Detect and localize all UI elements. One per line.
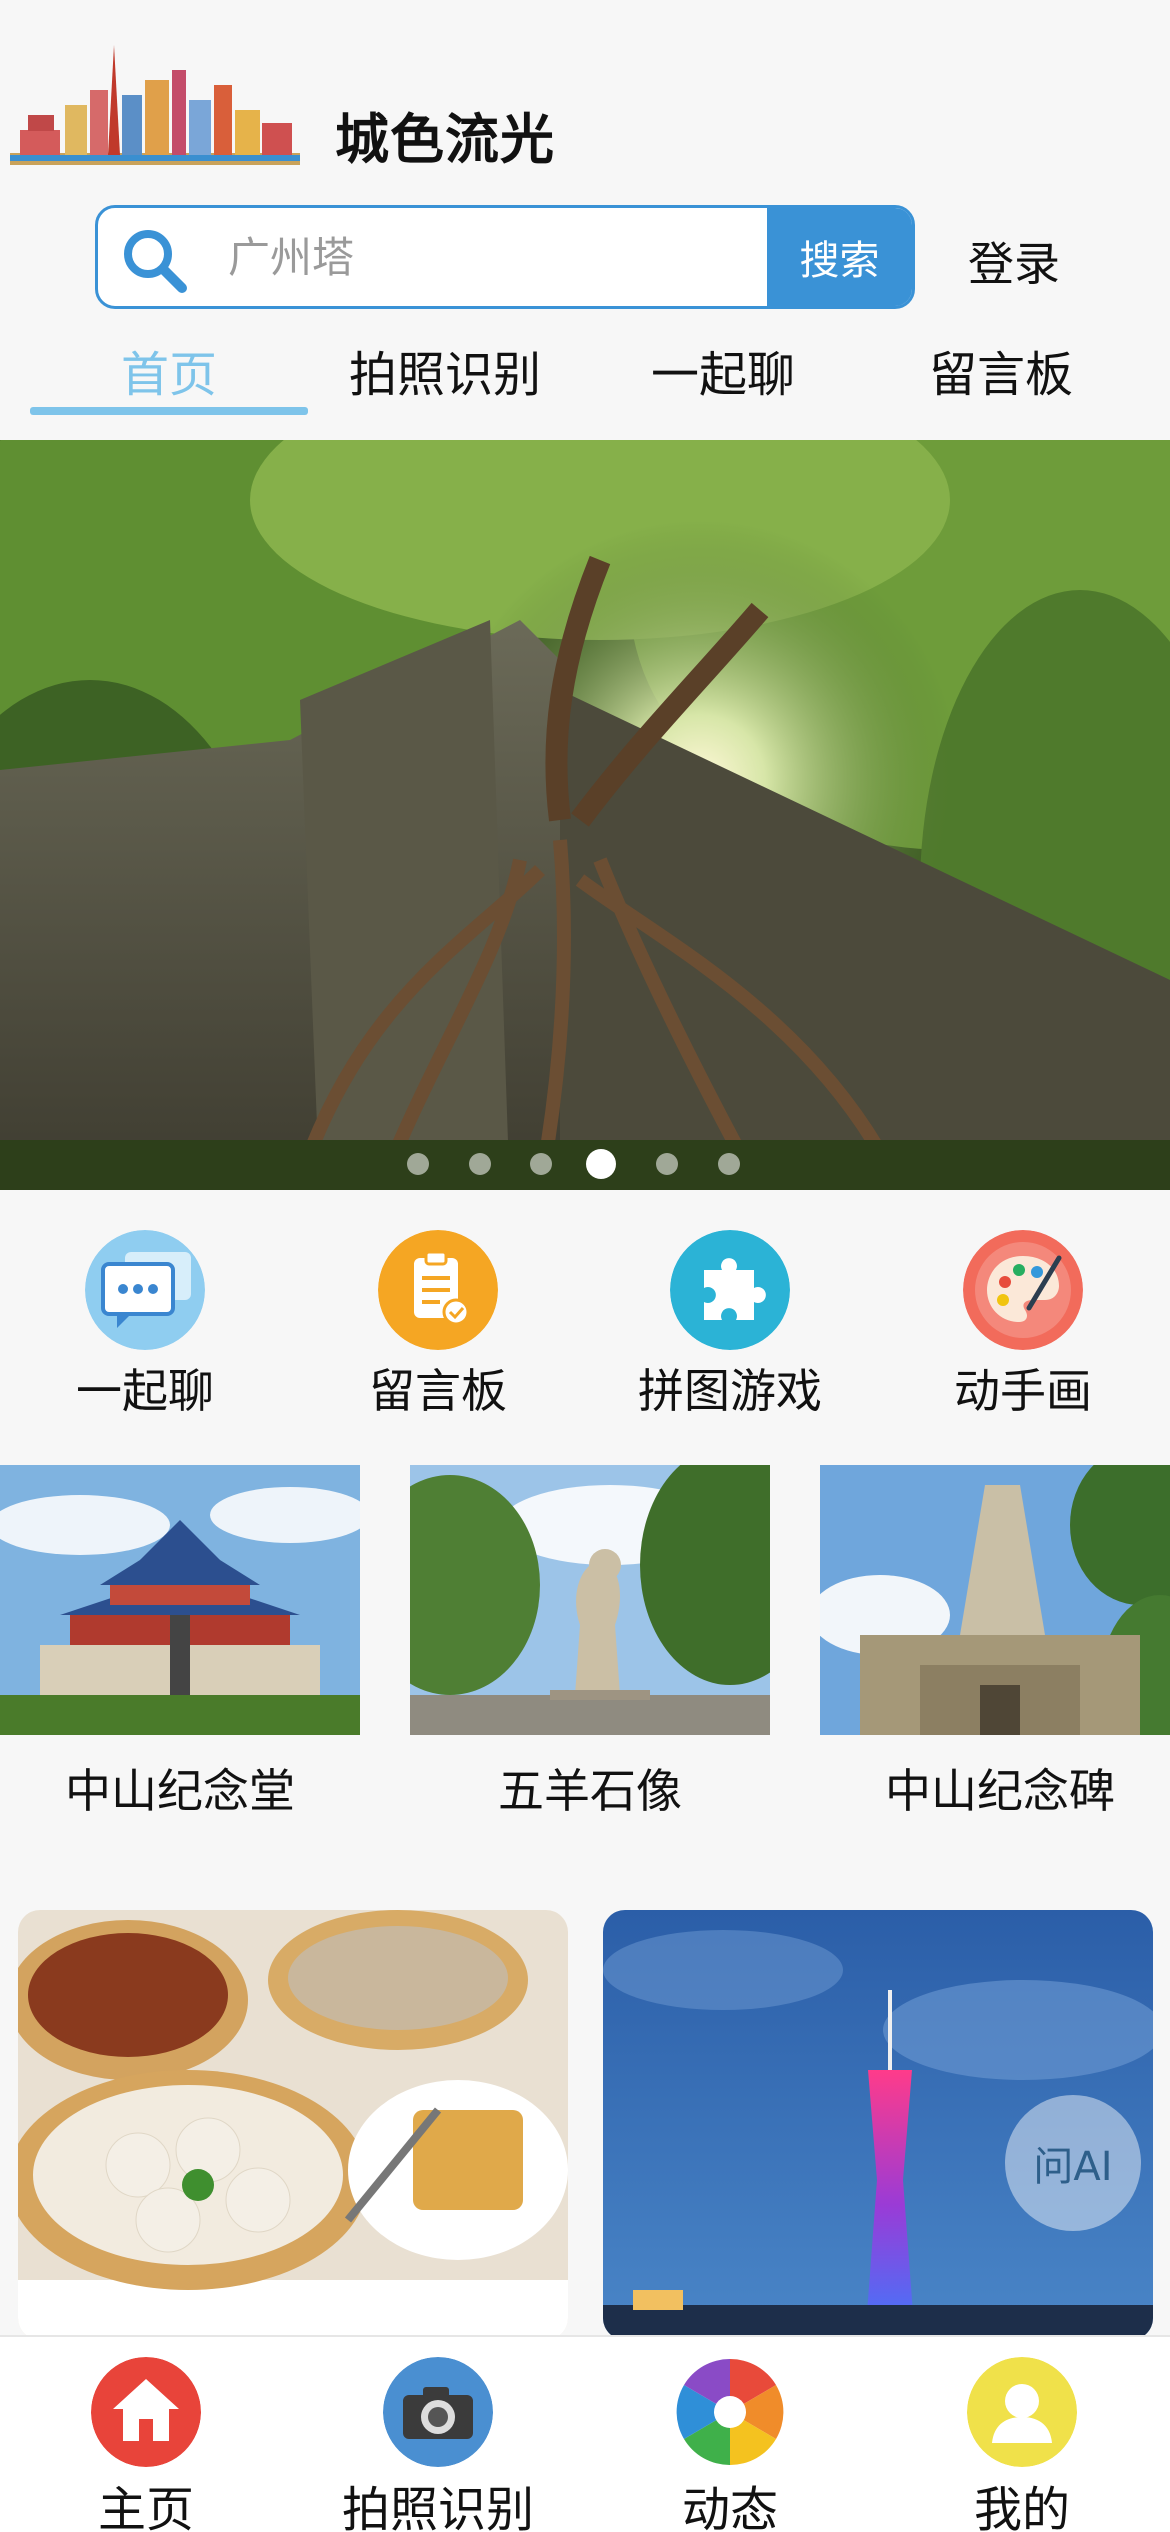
tab-photo-recognition[interactable]: 拍照识别	[306, 335, 584, 415]
home-icon	[91, 2357, 201, 2467]
tab-chat-together[interactable]: 一起聊	[584, 335, 862, 415]
nav-item-home[interactable]: 主页	[0, 2337, 292, 2532]
carousel-dot[interactable]	[407, 1153, 429, 1175]
tab-home[interactable]: 首页	[30, 335, 308, 415]
search-row: 搜索 登录	[0, 200, 1170, 320]
search-button[interactable]: 搜索	[767, 208, 912, 306]
top-tabs: 首页 拍照识别 一起聊 留言板	[0, 335, 1170, 425]
attraction-card[interactable]: 五羊石像	[410, 1465, 770, 1845]
attraction-label: 中山纪念碑	[885, 1764, 1115, 1818]
nav-label: 我的	[973, 2482, 1070, 2532]
feed-card-dim-sum[interactable]	[18, 1910, 568, 2340]
nav-label: 拍照识别	[341, 2482, 534, 2532]
nav-label: 动态	[681, 2482, 778, 2532]
carousel-dot[interactable]	[656, 1153, 678, 1175]
quick-action-puzzle-game[interactable]: 拼图游戏	[600, 1220, 860, 1420]
clipboard-icon	[378, 1230, 498, 1350]
bottom-navigation: 主页 拍照识别 动态 我的	[0, 2335, 1170, 2532]
carousel-dot[interactable]	[530, 1153, 552, 1175]
five-rams-statue-image	[410, 1465, 770, 1735]
camera-icon	[383, 2357, 493, 2467]
attraction-label: 五羊石像	[498, 1764, 682, 1818]
ask-ai-button[interactable]: 问AI	[1005, 2095, 1141, 2231]
carousel-dot-active[interactable]	[586, 1149, 616, 1179]
chat-bubble-icon	[85, 1230, 205, 1350]
puzzle-icon	[670, 1230, 790, 1350]
dim-sum-image	[18, 1910, 568, 2340]
nav-item-me[interactable]: 我的	[876, 2337, 1168, 2532]
app-title: 城色流光	[335, 108, 555, 171]
quick-actions: 一起聊 留言板 拼图游戏 动手画	[0, 1220, 1170, 1420]
search-input[interactable]	[228, 208, 728, 306]
carousel-dot[interactable]	[469, 1153, 491, 1175]
nav-item-moments[interactable]: 动态	[584, 2337, 876, 2532]
attractions-row: 中山纪念堂 五羊石像 中山纪念碑	[0, 1465, 1170, 1845]
app-header: 城色流光	[0, 0, 1170, 200]
banner-image	[0, 440, 1170, 1190]
active-tab-indicator	[30, 407, 308, 415]
quick-action-label: 一起聊	[76, 1364, 214, 1418]
search-box[interactable]: 搜索	[95, 205, 915, 309]
sun-yat-sen-monument-image	[820, 1465, 1170, 1735]
attraction-card[interactable]: 中山纪念碑	[820, 1465, 1170, 1845]
quick-action-chat[interactable]: 一起聊	[15, 1220, 275, 1420]
nav-label: 主页	[97, 2482, 194, 2532]
quick-action-label: 动手画	[954, 1364, 1092, 1418]
search-icon	[124, 230, 187, 293]
aperture-icon	[675, 2357, 785, 2467]
quick-action-label: 拼图游戏	[638, 1364, 822, 1418]
tab-message-board[interactable]: 留言板	[862, 335, 1140, 415]
carousel-dot[interactable]	[718, 1153, 740, 1175]
nav-item-photo-recognition[interactable]: 拍照识别	[292, 2337, 584, 2532]
city-skyline-logo	[10, 45, 300, 165]
carousel-dots	[0, 1148, 1170, 1179]
attraction-card[interactable]: 中山纪念堂	[0, 1465, 360, 1845]
palette-icon	[963, 1230, 1083, 1350]
attraction-label: 中山纪念堂	[65, 1764, 295, 1818]
banner-carousel[interactable]	[0, 440, 1170, 1190]
quick-action-drawing[interactable]: 动手画	[893, 1220, 1153, 1420]
feed-cards	[0, 1910, 1170, 2340]
quick-action-label: 留言板	[369, 1364, 507, 1418]
quick-action-message-board[interactable]: 留言板	[308, 1220, 568, 1420]
sun-yat-sen-memorial-hall-image	[0, 1465, 360, 1735]
login-link[interactable]: 登录	[968, 228, 1060, 294]
user-icon	[967, 2357, 1077, 2467]
